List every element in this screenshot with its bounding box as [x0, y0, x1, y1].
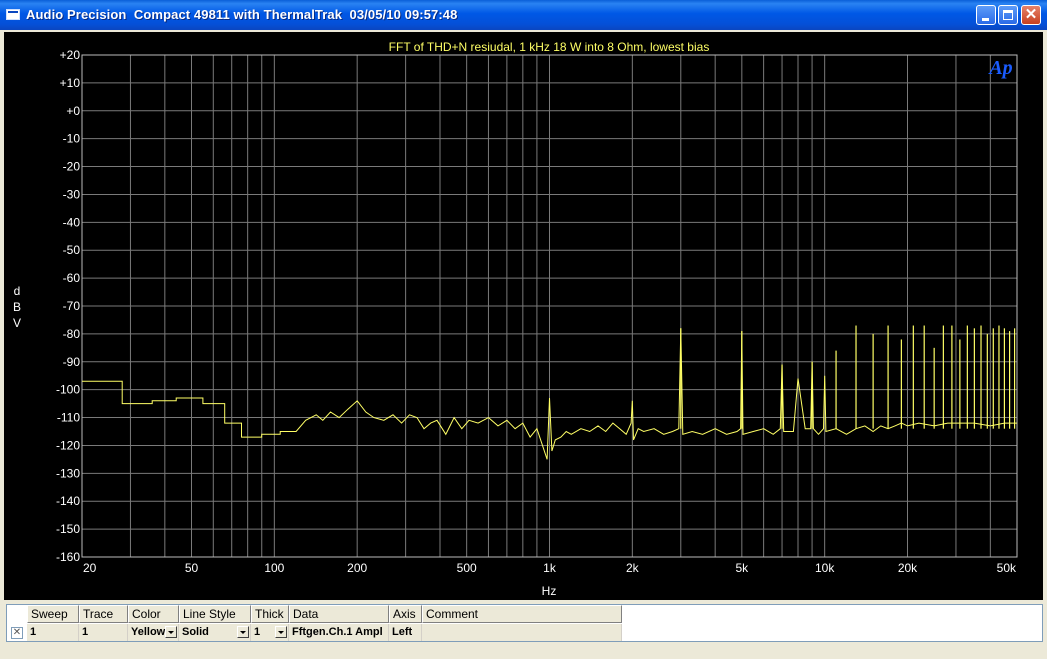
header-thick[interactable]: Thick [251, 605, 289, 623]
x-tick-label: 2k [626, 561, 640, 575]
thick-dropdown-icon[interactable] [275, 626, 287, 638]
header-color[interactable]: Color [128, 605, 179, 623]
cell-line-style[interactable]: Solid [179, 624, 251, 641]
grid [81, 54, 1018, 558]
y-tick-label: -10 [63, 132, 81, 146]
y-tick-label: -60 [63, 271, 81, 285]
line-style-value: Solid [182, 626, 209, 638]
y-tick-label: +0 [66, 104, 80, 118]
x-tick-label: 5k [735, 561, 749, 575]
y-tick-label: -140 [56, 494, 80, 508]
y-tick-label: +20 [60, 48, 81, 62]
y-axis-label-char: V [13, 316, 21, 330]
y-tick-label: -150 [56, 522, 80, 536]
color-dropdown-icon[interactable] [165, 626, 177, 638]
y-tick-label: -20 [63, 160, 81, 174]
trace-enabled-checkbox[interactable]: ✕ [11, 627, 23, 639]
y-tick-label: -70 [63, 299, 81, 313]
cell-axis[interactable]: Left [389, 624, 422, 641]
fft-chart[interactable]: +20 +10 +0 -10 -20 -30 -40 -50 -60 -70 -80 -90 -100 -… [0, 0, 1047, 600]
thick-value: 1 [254, 626, 261, 638]
cell-comment[interactable] [422, 624, 622, 641]
x-tick-label: 500 [457, 561, 477, 575]
y-tick-labels: +20 +10 +0 -10 -20 -30 -40 -50 -60 -70 -80 -90 -100 -… [56, 48, 80, 564]
y-tick-label: -120 [56, 438, 80, 452]
x-tick-label: 100 [264, 561, 284, 575]
color-value: Yellow [131, 626, 166, 638]
x-tick-label: 50k [997, 561, 1017, 575]
chart-title: FFT of THD+N resiudal, 1 kHz 18 W into 8… [389, 40, 710, 54]
x-tick-labels: 20 50 100 200 500 1k 2k 5k 10k 20k 50k [83, 561, 1017, 575]
cell-trace[interactable]: 1 [79, 624, 128, 641]
y-tick-label: -130 [56, 466, 80, 480]
y-tick-label: -30 [63, 187, 81, 201]
x-tick-label: 200 [347, 561, 367, 575]
y-tick-label: -50 [63, 243, 81, 257]
y-tick-label: +10 [60, 76, 81, 90]
y-tick-label: -100 [56, 383, 80, 397]
header-data[interactable]: Data [289, 605, 389, 623]
header-sweep[interactable]: Sweep [27, 605, 79, 623]
header-axis[interactable]: Axis [389, 605, 422, 623]
x-tick-label: 1k [543, 561, 557, 575]
x-axis-label: Hz [542, 584, 557, 598]
y-tick-label: -90 [63, 355, 81, 369]
header-line-style[interactable]: Line Style [179, 605, 251, 623]
ap-logo: Ap [987, 57, 1012, 79]
cell-sweep[interactable]: 1 [27, 624, 79, 641]
header-trace[interactable]: Trace [79, 605, 128, 623]
cell-color[interactable]: Yellow [128, 624, 179, 641]
header-comment[interactable]: Comment [422, 605, 622, 623]
line-style-dropdown-icon[interactable] [237, 626, 249, 638]
y-axis-label-char: d [14, 284, 21, 298]
x-tick-label: 20 [83, 561, 97, 575]
cell-data[interactable]: Fftgen.Ch.1 Ampl [289, 624, 389, 641]
y-tick-label: -110 [57, 411, 80, 425]
cell-thick[interactable]: 1 [251, 624, 289, 641]
x-tick-label: 50 [185, 561, 199, 575]
y-axis-label: dBV [13, 284, 21, 330]
legend-table[interactable]: Sweep Trace Color Line Style Thick Data … [6, 604, 1043, 642]
x-tick-label: 20k [898, 561, 918, 575]
y-tick-label: -160 [56, 550, 80, 564]
y-tick-label: -80 [63, 327, 81, 341]
y-axis-label-char: B [13, 300, 21, 314]
x-tick-label: 10k [815, 561, 835, 575]
y-tick-label: -40 [63, 215, 81, 229]
